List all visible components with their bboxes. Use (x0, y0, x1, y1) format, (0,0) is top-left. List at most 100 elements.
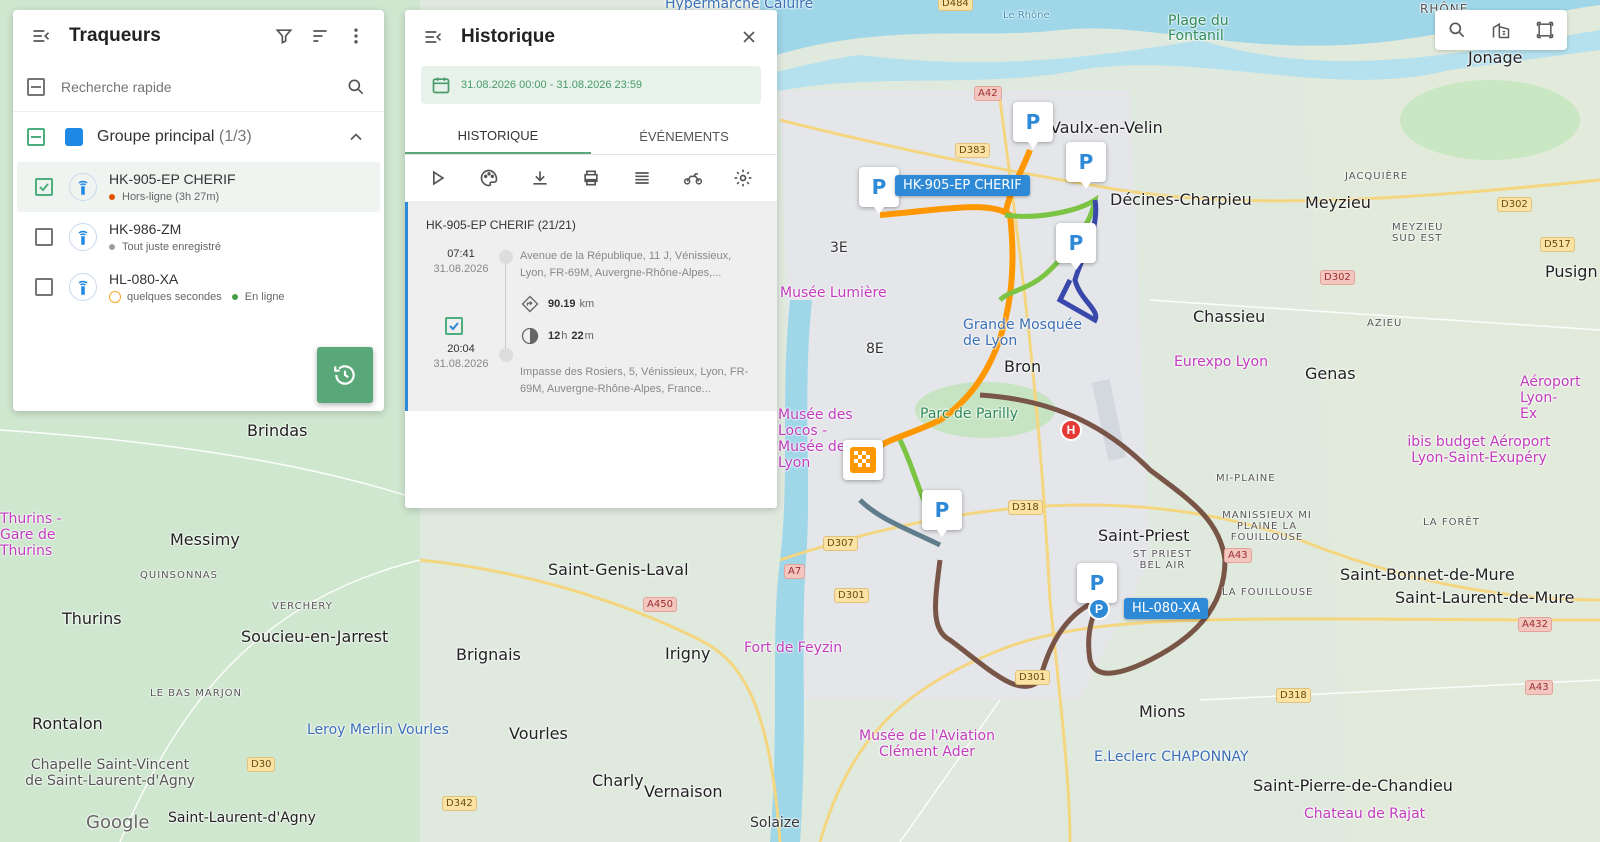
panel-title: Historique (461, 26, 555, 47)
filter-icon[interactable] (270, 22, 298, 50)
sort-icon[interactable] (306, 22, 334, 50)
finish-flag-icon (850, 447, 876, 473)
place-label: Messimy (170, 530, 240, 549)
district-label: JACQUIÈRE (1345, 171, 1409, 182)
road-shield: A43 (1525, 680, 1553, 695)
place-label: Brindas (247, 421, 308, 440)
trip-card[interactable]: HK-905-EP CHERIF (21/21) 07:41 31.08.202… (405, 202, 777, 411)
duration-minutes-unit: m (584, 330, 594, 342)
place-label: Saint-Priest (1098, 526, 1190, 545)
district-label: MANISSIEUX MI PLAINE LA FOUILLOUSE (1222, 510, 1312, 543)
road-shield: A42 (974, 86, 1002, 101)
select-all-checkbox[interactable] (27, 77, 45, 96)
tracker-item[interactable]: HL-080-XA quelques secondes En ligne (17, 262, 380, 312)
print-icon[interactable] (577, 164, 605, 192)
distance-unit: km (579, 298, 595, 310)
trip-end-time: 20:04 (447, 343, 475, 355)
tab-evenements[interactable]: ÉVÉNEMENTS (591, 118, 777, 154)
place-label: Jonage (1468, 48, 1523, 67)
timeline-end-dot (499, 348, 513, 362)
tracker-checkbox[interactable] (35, 228, 53, 246)
list-icon[interactable] (628, 164, 656, 192)
road-shield: D302 (1497, 197, 1532, 212)
duration-minutes: 22 (571, 330, 584, 342)
district-label: 8E (866, 341, 884, 357)
trip-checkbox[interactable] (445, 317, 463, 335)
gear-icon[interactable] (729, 164, 757, 192)
collapse-menu-icon[interactable] (419, 23, 447, 51)
tracker-checkbox[interactable] (35, 178, 53, 196)
search-row (13, 62, 384, 112)
fullscreen-icon[interactable] (1531, 16, 1559, 44)
district-label: MI-PLAINE (1216, 473, 1276, 484)
chevron-up-icon[interactable] (342, 123, 370, 151)
parking-marker[interactable]: P (922, 490, 962, 537)
online-dot (231, 294, 238, 300)
search-icon[interactable] (342, 73, 370, 101)
parking-marker[interactable]: P (1066, 142, 1106, 189)
tracker-status: quelques secondes En ligne (109, 291, 285, 303)
palette-icon[interactable] (475, 164, 503, 192)
history-tabs: HISTORIQUE ÉVÉNEMENTS (405, 118, 777, 155)
tracker-status-text: quelques secondes (127, 291, 222, 303)
trip-start-address: Avenue de la République, 11 J, Vénissieu… (520, 250, 732, 279)
place-label: Thurins (62, 609, 122, 628)
poi-label: Plage du Fontanil (1168, 13, 1229, 44)
trip-title: HK-905-EP CHERIF (21/21) (426, 218, 576, 232)
close-icon[interactable] (735, 23, 763, 51)
group-label: Groupe principal (1/3) (97, 128, 342, 146)
download-icon[interactable] (526, 164, 554, 192)
tab-historique[interactable]: HISTORIQUE (405, 118, 591, 154)
tracker-status: Hors-ligne (3h 27m) (109, 191, 236, 203)
group-row[interactable]: Groupe principal (1/3) (13, 112, 384, 162)
date-range-picker[interactable]: 31.08.2026 00:00 - 31.08.2026 23:59 (421, 66, 761, 104)
road-shield: A432 (1518, 617, 1552, 632)
place-label: Vaulx-en-Velin (1050, 118, 1163, 137)
tracker-item[interactable]: HK-905-EP CHERIF Hors-ligne (3h 27m) (17, 162, 380, 212)
vehicle-tag[interactable]: HK-905-EP CHERIF (895, 175, 1030, 196)
road-shield: A43 (1224, 548, 1252, 563)
place-label: Décines-Charpieu (1110, 190, 1252, 209)
place-label: Rontalon (32, 714, 103, 733)
history-fab-button[interactable] (317, 347, 373, 403)
more-vert-icon[interactable] (342, 22, 370, 50)
group-count: (1/3) (218, 128, 252, 145)
place-label: Chassieu (1193, 307, 1266, 326)
place-label: Vernaison (644, 782, 723, 801)
district-label: LA FORÊT (1423, 517, 1480, 528)
parking-marker[interactable]: P (859, 167, 899, 214)
place-label: Genas (1305, 364, 1356, 383)
vehicle-parking-icon[interactable]: P (1088, 598, 1110, 620)
group-checkbox[interactable] (27, 128, 45, 146)
district-label: MEYZIEU SUD EST (1392, 222, 1444, 244)
tracker-checkbox[interactable] (35, 278, 53, 296)
place-label: Saint-Bonnet-de-Mure (1340, 565, 1515, 584)
parking-marker[interactable]: P (1056, 223, 1096, 270)
duration-hours: 12 (548, 330, 561, 342)
place-label: Brignais (456, 645, 521, 664)
buildings-icon[interactable] (1487, 16, 1515, 44)
vehicle-tag[interactable]: HL-080-XA (1124, 598, 1209, 619)
calendar-icon (432, 77, 450, 94)
road-shield: D301 (1015, 670, 1050, 685)
parking-marker[interactable]: P (1077, 563, 1117, 610)
parking-marker[interactable]: P (1013, 102, 1053, 149)
group-name: Groupe principal (97, 128, 215, 145)
motorcycle-icon[interactable] (679, 164, 707, 192)
place-label: Saint-Pierre-de-Chandieu (1253, 776, 1453, 795)
place-label: Meyzieu (1305, 193, 1371, 212)
road-shield: D318 (1008, 500, 1043, 515)
trip-start-date: 31.08.2026 (433, 263, 489, 275)
collapse-menu-icon[interactable] (27, 22, 55, 50)
tracker-signal-icon (69, 173, 97, 201)
poi-label: Eurexpo Lyon (1174, 354, 1268, 370)
trip-end-date: 31.08.2026 (433, 358, 489, 370)
play-icon[interactable] (424, 164, 452, 192)
road-shield: D302 (1320, 270, 1355, 285)
status-dot (109, 194, 115, 200)
tracker-item[interactable]: HK-986-ZM Tout juste enregistré (17, 212, 380, 262)
event-marker[interactable] (843, 440, 883, 480)
search-input[interactable] (61, 78, 342, 95)
tracker-status-online: En ligne (244, 291, 285, 303)
search-icon[interactable] (1443, 16, 1471, 44)
